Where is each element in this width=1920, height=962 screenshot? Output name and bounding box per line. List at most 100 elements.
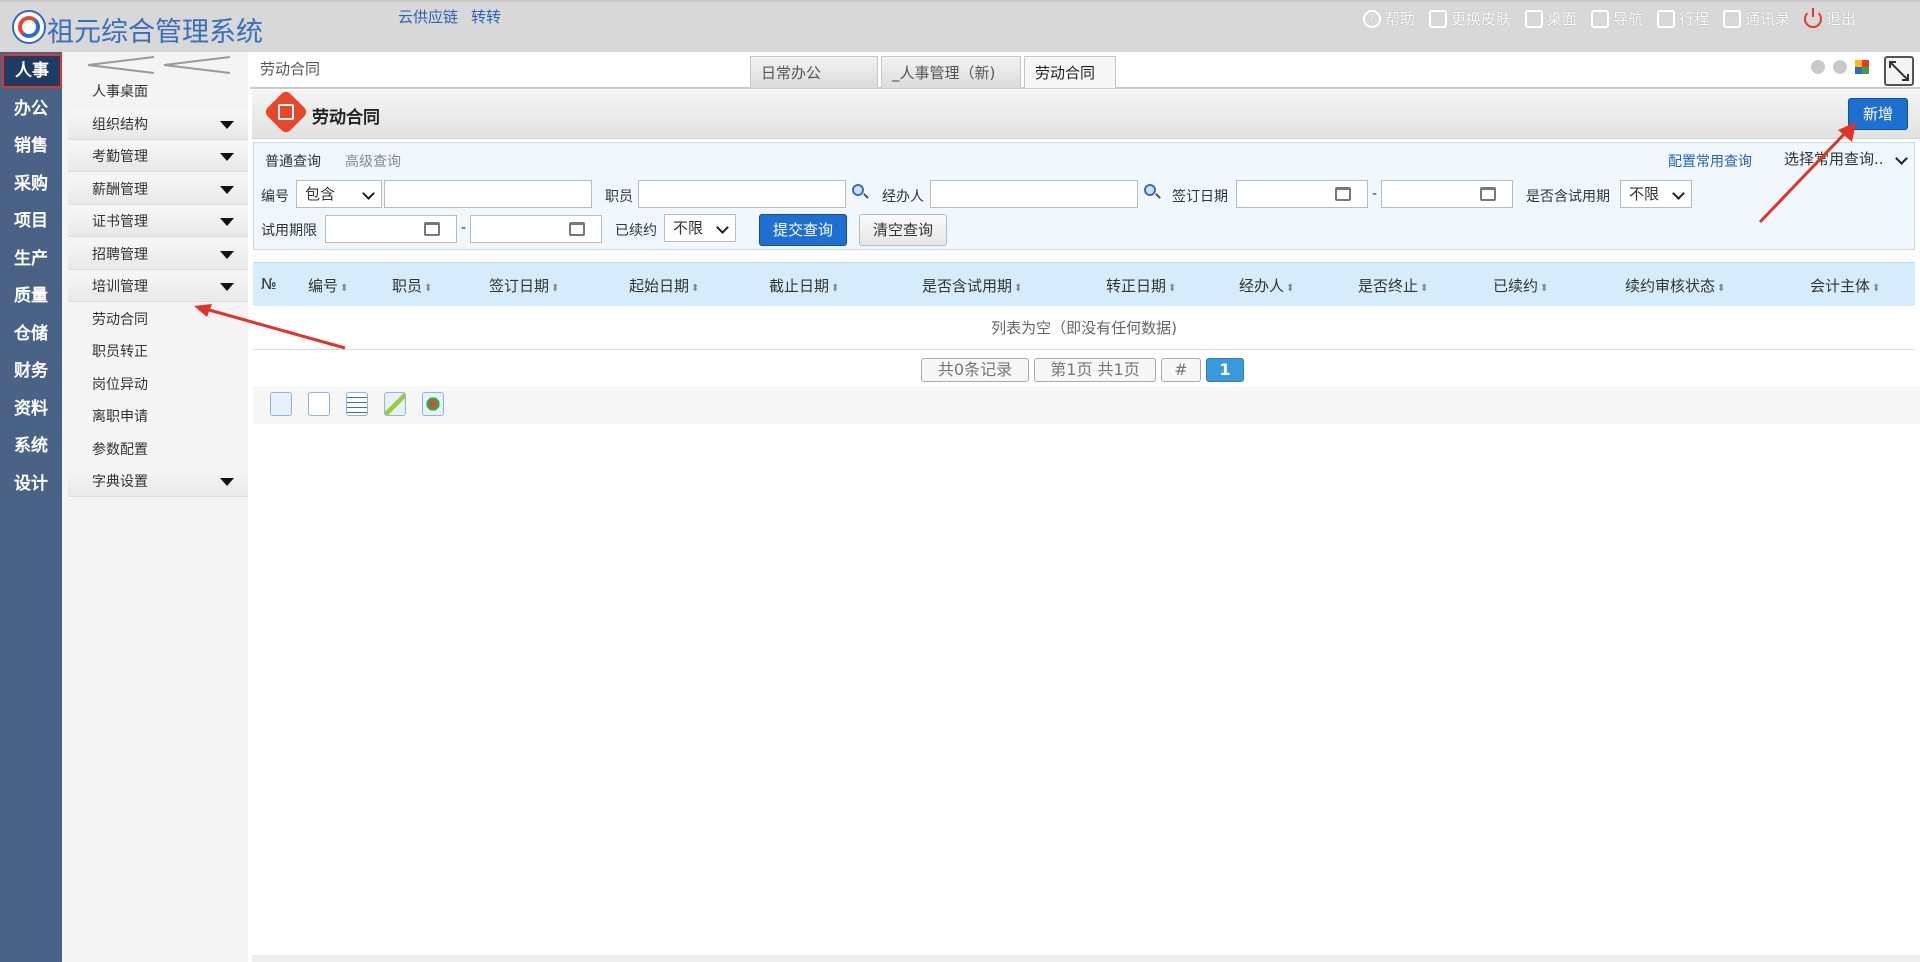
column-header-sign-date[interactable]: 签订日期 ⬍: [489, 275, 559, 296]
config-common-query-link[interactable]: 配置常用查询: [1668, 151, 1752, 171]
nav-item-sales[interactable]: 销售: [0, 129, 62, 163]
has-probation-select[interactable]: 不限: [1620, 180, 1692, 208]
nav-item-system[interactable]: 系统: [0, 429, 62, 463]
scroll-right-icon[interactable]: [1833, 60, 1847, 74]
submenu-item-position-change[interactable]: 岗位异动: [68, 370, 248, 400]
schedule-button[interactable]: 行程: [1656, 8, 1709, 29]
page-title: 劳动合同: [312, 108, 380, 128]
dropdown-triangle-icon: [220, 251, 234, 259]
dropdown-triangle-icon: [220, 478, 234, 486]
column-header-start-date[interactable]: 起始日期 ⬍: [629, 275, 699, 296]
chevron-down-icon: [1895, 152, 1908, 165]
sort-icon: ⬍: [1168, 283, 1177, 294]
tab-advanced-query[interactable]: 高级查询: [345, 151, 401, 171]
table-settings-icon[interactable]: [270, 392, 292, 416]
employee-label: 职员: [605, 189, 633, 205]
plugin-icon[interactable]: [422, 392, 444, 416]
handler-search-icon[interactable]: [1144, 184, 1156, 196]
help-icon: ?: [1362, 9, 1381, 28]
code-input[interactable]: [384, 180, 592, 208]
submenu-group-recruit[interactable]: 招聘管理: [68, 240, 248, 270]
column-header-handler[interactable]: 经办人 ⬍: [1239, 275, 1294, 296]
calendar-icon[interactable]: [1480, 187, 1496, 201]
nav-item-finance[interactable]: 财务: [0, 354, 62, 388]
grid-icon: [278, 104, 294, 120]
nav-item-project[interactable]: 项目: [0, 204, 62, 238]
column-header-terminated[interactable]: 是否终止 ⬍: [1358, 275, 1428, 296]
submenu-group-attendance[interactable]: 考勤管理: [68, 142, 248, 172]
edit-pencil-icon[interactable]: [384, 392, 406, 416]
nav-item-quality[interactable]: 质量: [0, 279, 62, 313]
renewed-label: 已续约: [615, 223, 657, 239]
sign-date-label: 签订日期: [1172, 189, 1228, 205]
tab-labor-contract[interactable]: 劳动合同×: [1024, 56, 1116, 114]
breadcrumb: 劳动合同: [260, 60, 321, 78]
submenu-group-training[interactable]: 培训管理: [68, 272, 248, 302]
tab-daily-office[interactable]: 日常办公（new): [750, 56, 878, 114]
tab-normal-query[interactable]: 普通查询: [265, 151, 321, 171]
sort-icon: ⬍: [831, 283, 840, 294]
submenu-group-dictionary[interactable]: 字典设置: [68, 467, 248, 497]
renewed-select[interactable]: 不限: [664, 214, 736, 242]
desktop-button[interactable]: 桌面: [1524, 8, 1577, 29]
column-header-regular-date[interactable]: 转正日期 ⬍: [1106, 275, 1176, 296]
page-number-current[interactable]: 1: [1206, 358, 1244, 382]
top-link-cloud-supply[interactable]: 云供应链: [398, 6, 458, 27]
column-header-employee[interactable]: 职员 ⬍: [392, 275, 432, 296]
windows-menu-icon[interactable]: [1855, 60, 1869, 74]
nav-item-data[interactable]: 资料: [0, 392, 62, 426]
clear-query-button[interactable]: 清空查询: [859, 214, 947, 246]
fullscreen-icon[interactable]: [1884, 56, 1914, 86]
employee-input[interactable]: [638, 180, 846, 208]
range-separator: -: [461, 220, 467, 236]
calendar-icon[interactable]: [424, 222, 440, 236]
sort-icon: ⬍: [551, 283, 560, 294]
top-link-zhuanzhuan[interactable]: 转转: [471, 6, 501, 27]
nav-item-office[interactable]: 办公: [0, 92, 62, 126]
submit-query-button[interactable]: 提交查询: [759, 214, 847, 246]
column-header-renewed[interactable]: 已续约 ⬍: [1493, 275, 1548, 296]
sort-icon: ⬍: [1872, 283, 1881, 294]
submenu-item-hr-desktop[interactable]: 人事桌面: [68, 77, 248, 107]
submenu-item-resignation[interactable]: 离职申请: [68, 402, 248, 432]
code-match-select[interactable]: 包含: [296, 180, 382, 208]
logout-button[interactable]: 退出: [1803, 7, 1856, 29]
column-header-has-probation[interactable]: 是否含试用期 ⬍: [922, 275, 1022, 296]
column-header-accounting-entity[interactable]: 会计主体 ⬍: [1810, 275, 1880, 296]
sort-icon: ⬍: [1420, 283, 1429, 294]
submenu-item-params[interactable]: 参数配置: [68, 435, 248, 465]
navigation-button[interactable]: 导航: [1590, 8, 1643, 29]
change-skin-button[interactable]: 更换皮肤: [1428, 8, 1511, 29]
nav-item-production[interactable]: 生产: [0, 242, 62, 276]
nav-item-purchase[interactable]: 采购: [0, 167, 62, 201]
scroll-left-icon[interactable]: [1811, 60, 1825, 74]
column-header-code[interactable]: 编号 ⬍: [308, 275, 348, 296]
nav-item-warehouse[interactable]: 仓储: [0, 317, 62, 351]
app-title: 祖元综合管理系统: [47, 17, 263, 48]
calendar-icon[interactable]: [1335, 187, 1351, 201]
help-button[interactable]: ? 帮助: [1362, 8, 1415, 29]
column-header-end-date[interactable]: 截止日期 ⬍: [769, 275, 839, 296]
page-jump-button[interactable]: #: [1161, 358, 1201, 382]
sort-icon: ⬍: [1717, 283, 1726, 294]
logo-icon: [12, 10, 46, 44]
dropdown-triangle-icon: [220, 121, 234, 129]
handler-input[interactable]: [930, 180, 1138, 208]
has-probation-label: 是否含试用期: [1526, 189, 1610, 205]
document-icon[interactable]: [308, 392, 330, 416]
nav-item-hr[interactable]: 人事: [2, 54, 62, 88]
calendar-icon[interactable]: [569, 222, 585, 236]
calendar-table-icon[interactable]: [346, 392, 368, 416]
submenu-group-org[interactable]: 组织结构: [68, 110, 248, 140]
submenu-group-salary[interactable]: 薪酬管理: [68, 175, 248, 205]
employee-search-icon[interactable]: [852, 184, 864, 196]
collapse-sidebar-icon[interactable]: [84, 54, 234, 76]
contacts-button[interactable]: 通讯录: [1722, 8, 1790, 29]
column-header-renewal-audit-status[interactable]: 续约审核状态 ⬍: [1625, 275, 1725, 296]
tab-hr-management[interactable]: _人事管理（新): [881, 56, 1021, 88]
power-icon: [1803, 7, 1822, 28]
nav-item-design[interactable]: 设计: [0, 467, 62, 501]
probation-period-label: 试用期限: [261, 223, 317, 239]
contact-icon: [1722, 9, 1741, 28]
submenu-group-certificate[interactable]: 证书管理: [68, 207, 248, 237]
